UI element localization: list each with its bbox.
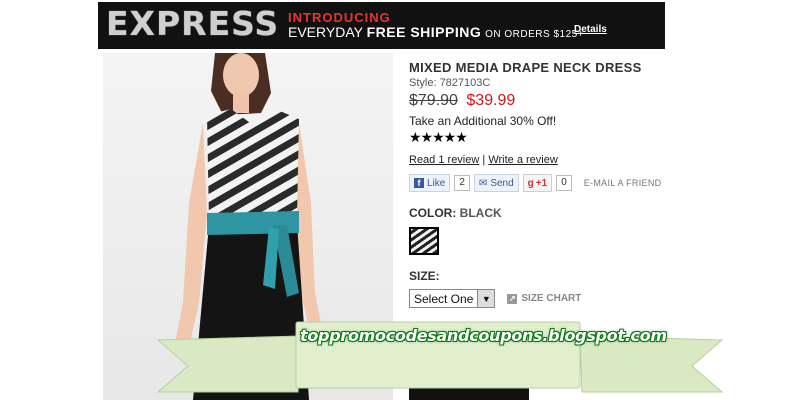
color-value: BLACK	[459, 206, 502, 220]
google-plusone-button[interactable]: g +1	[522, 174, 553, 192]
send-icon: ✉	[478, 177, 488, 189]
banner-shipping: EVERYDAY FREE SHIPPING ON ORDERS $125+	[288, 24, 584, 40]
size-label: SIZE:	[409, 269, 440, 283]
product-details: MIXED MEDIA DRAPE NECK DRESS Style: 7827…	[409, 60, 709, 333]
chevron-down-icon: ▼	[477, 290, 495, 307]
product-image[interactable]	[103, 53, 393, 400]
banner-intro: INTRODUCING	[288, 10, 391, 25]
color-swatch-black[interactable]	[409, 227, 439, 255]
reviews-row: Read 1 review | Write a review	[409, 154, 709, 166]
sale-price: $39.99	[466, 92, 516, 109]
color-label-text: COLOR:	[409, 206, 457, 220]
plusone-label: +1	[535, 177, 548, 189]
size-chart-label: SIZE CHART	[521, 293, 582, 304]
size-chart-link[interactable]: ↗ SIZE CHART	[507, 293, 581, 304]
social-bar: f Like 2 ✉ Send g +1 0 E-MAIL A FRIEND	[409, 174, 709, 192]
size-row: Select One ▼ ↗ SIZE CHART	[409, 289, 709, 308]
ruler-icon: ↗	[507, 293, 518, 304]
original-price: $79.90	[409, 92, 458, 109]
shipping-bold: FREE SHIPPING	[366, 24, 482, 40]
style-number: Style: 7827103C	[409, 77, 491, 89]
facebook-send-button[interactable]: ✉ Send	[473, 174, 519, 192]
model-illustration	[173, 53, 325, 400]
star-rating: ★★★★★	[409, 129, 468, 145]
plusone-count: 0	[556, 175, 572, 191]
facebook-like-button[interactable]: f Like	[409, 174, 451, 192]
like-label: Like	[427, 177, 446, 189]
promo-text: Take an Additional 30% Off!	[409, 114, 557, 128]
shipping-suffix: ON ORDERS $125+	[485, 29, 585, 40]
email-friend-link[interactable]: E-MAIL A FRIEND	[584, 178, 662, 188]
size-select-value: Select One	[414, 291, 474, 306]
google-icon: g	[527, 177, 534, 189]
read-reviews-link[interactable]: Read 1 review	[409, 154, 479, 166]
send-label: Send	[490, 177, 514, 189]
facebook-icon: f	[414, 178, 424, 188]
details-link[interactable]: Details	[574, 24, 607, 35]
color-label: COLOR: BLACK	[409, 206, 709, 220]
like-count: 2	[454, 175, 470, 191]
size-select[interactable]: Select One ▼	[409, 289, 496, 308]
product-title: MIXED MEDIA DRAPE NECK DRESS	[409, 60, 642, 75]
add-to-bag-button[interactable]	[409, 388, 529, 400]
promo-banner: EXPRESS INTRODUCING EVERYDAY FREE SHIPPI…	[98, 2, 665, 49]
watermark-text: toppromocodesandcoupons.blogspot.com	[300, 326, 667, 345]
price-block: $79.90 $39.99	[409, 92, 709, 110]
write-review-link[interactable]: Write a review	[488, 154, 557, 166]
express-logo[interactable]: EXPRESS	[106, 4, 279, 43]
shipping-prefix: EVERYDAY	[288, 24, 363, 40]
